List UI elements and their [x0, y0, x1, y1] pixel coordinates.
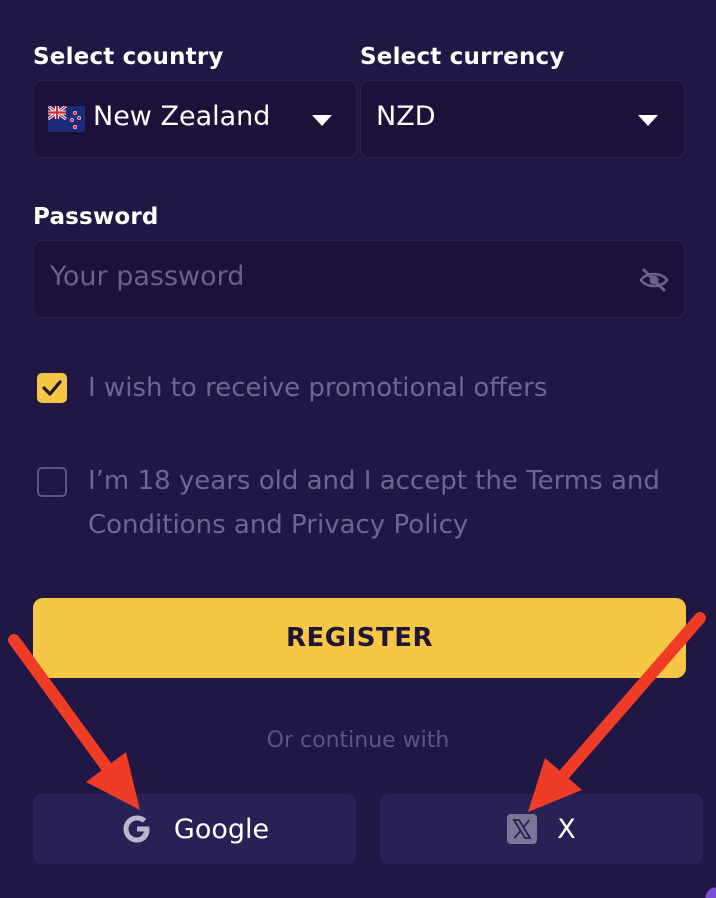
- google-icon: [123, 815, 150, 843]
- terms-checkbox[interactable]: [37, 467, 67, 497]
- x-logo-icon: [507, 814, 538, 844]
- promo-checkbox-label: I wish to receive promotional offers: [88, 373, 548, 403]
- nz-flag-icon: [48, 106, 85, 132]
- country-label: Select country: [33, 44, 224, 70]
- currency-label: Select currency: [360, 44, 565, 70]
- x-label: X: [557, 813, 576, 845]
- chevron-down-icon: [638, 115, 658, 126]
- password-label: Password: [33, 204, 159, 230]
- password-placeholder: Your password: [50, 261, 245, 292]
- currency-value: NZD: [376, 101, 436, 132]
- eye-off-icon[interactable]: [638, 265, 670, 295]
- checkmark-icon: [42, 380, 62, 396]
- corner-decoration: [686, 868, 716, 898]
- google-login-button[interactable]: Google: [33, 794, 356, 864]
- currency-select[interactable]: NZD: [360, 80, 685, 158]
- password-field[interactable]: Your password: [33, 240, 685, 318]
- country-value: New Zealand: [93, 101, 271, 132]
- country-select[interactable]: New Zealand: [33, 80, 357, 158]
- x-login-button[interactable]: X: [380, 794, 703, 864]
- terms-checkbox-label-line2: Conditions and Privacy Policy: [88, 510, 469, 540]
- chevron-down-icon: [312, 115, 332, 126]
- google-label: Google: [173, 813, 270, 845]
- or-continue-with-text: Or continue with: [266, 728, 450, 753]
- register-button[interactable]: REGISTER: [33, 598, 686, 678]
- promo-checkbox[interactable]: [37, 373, 67, 403]
- terms-checkbox-label-line1: I’m 18 years old and I accept the Terms …: [88, 466, 660, 496]
